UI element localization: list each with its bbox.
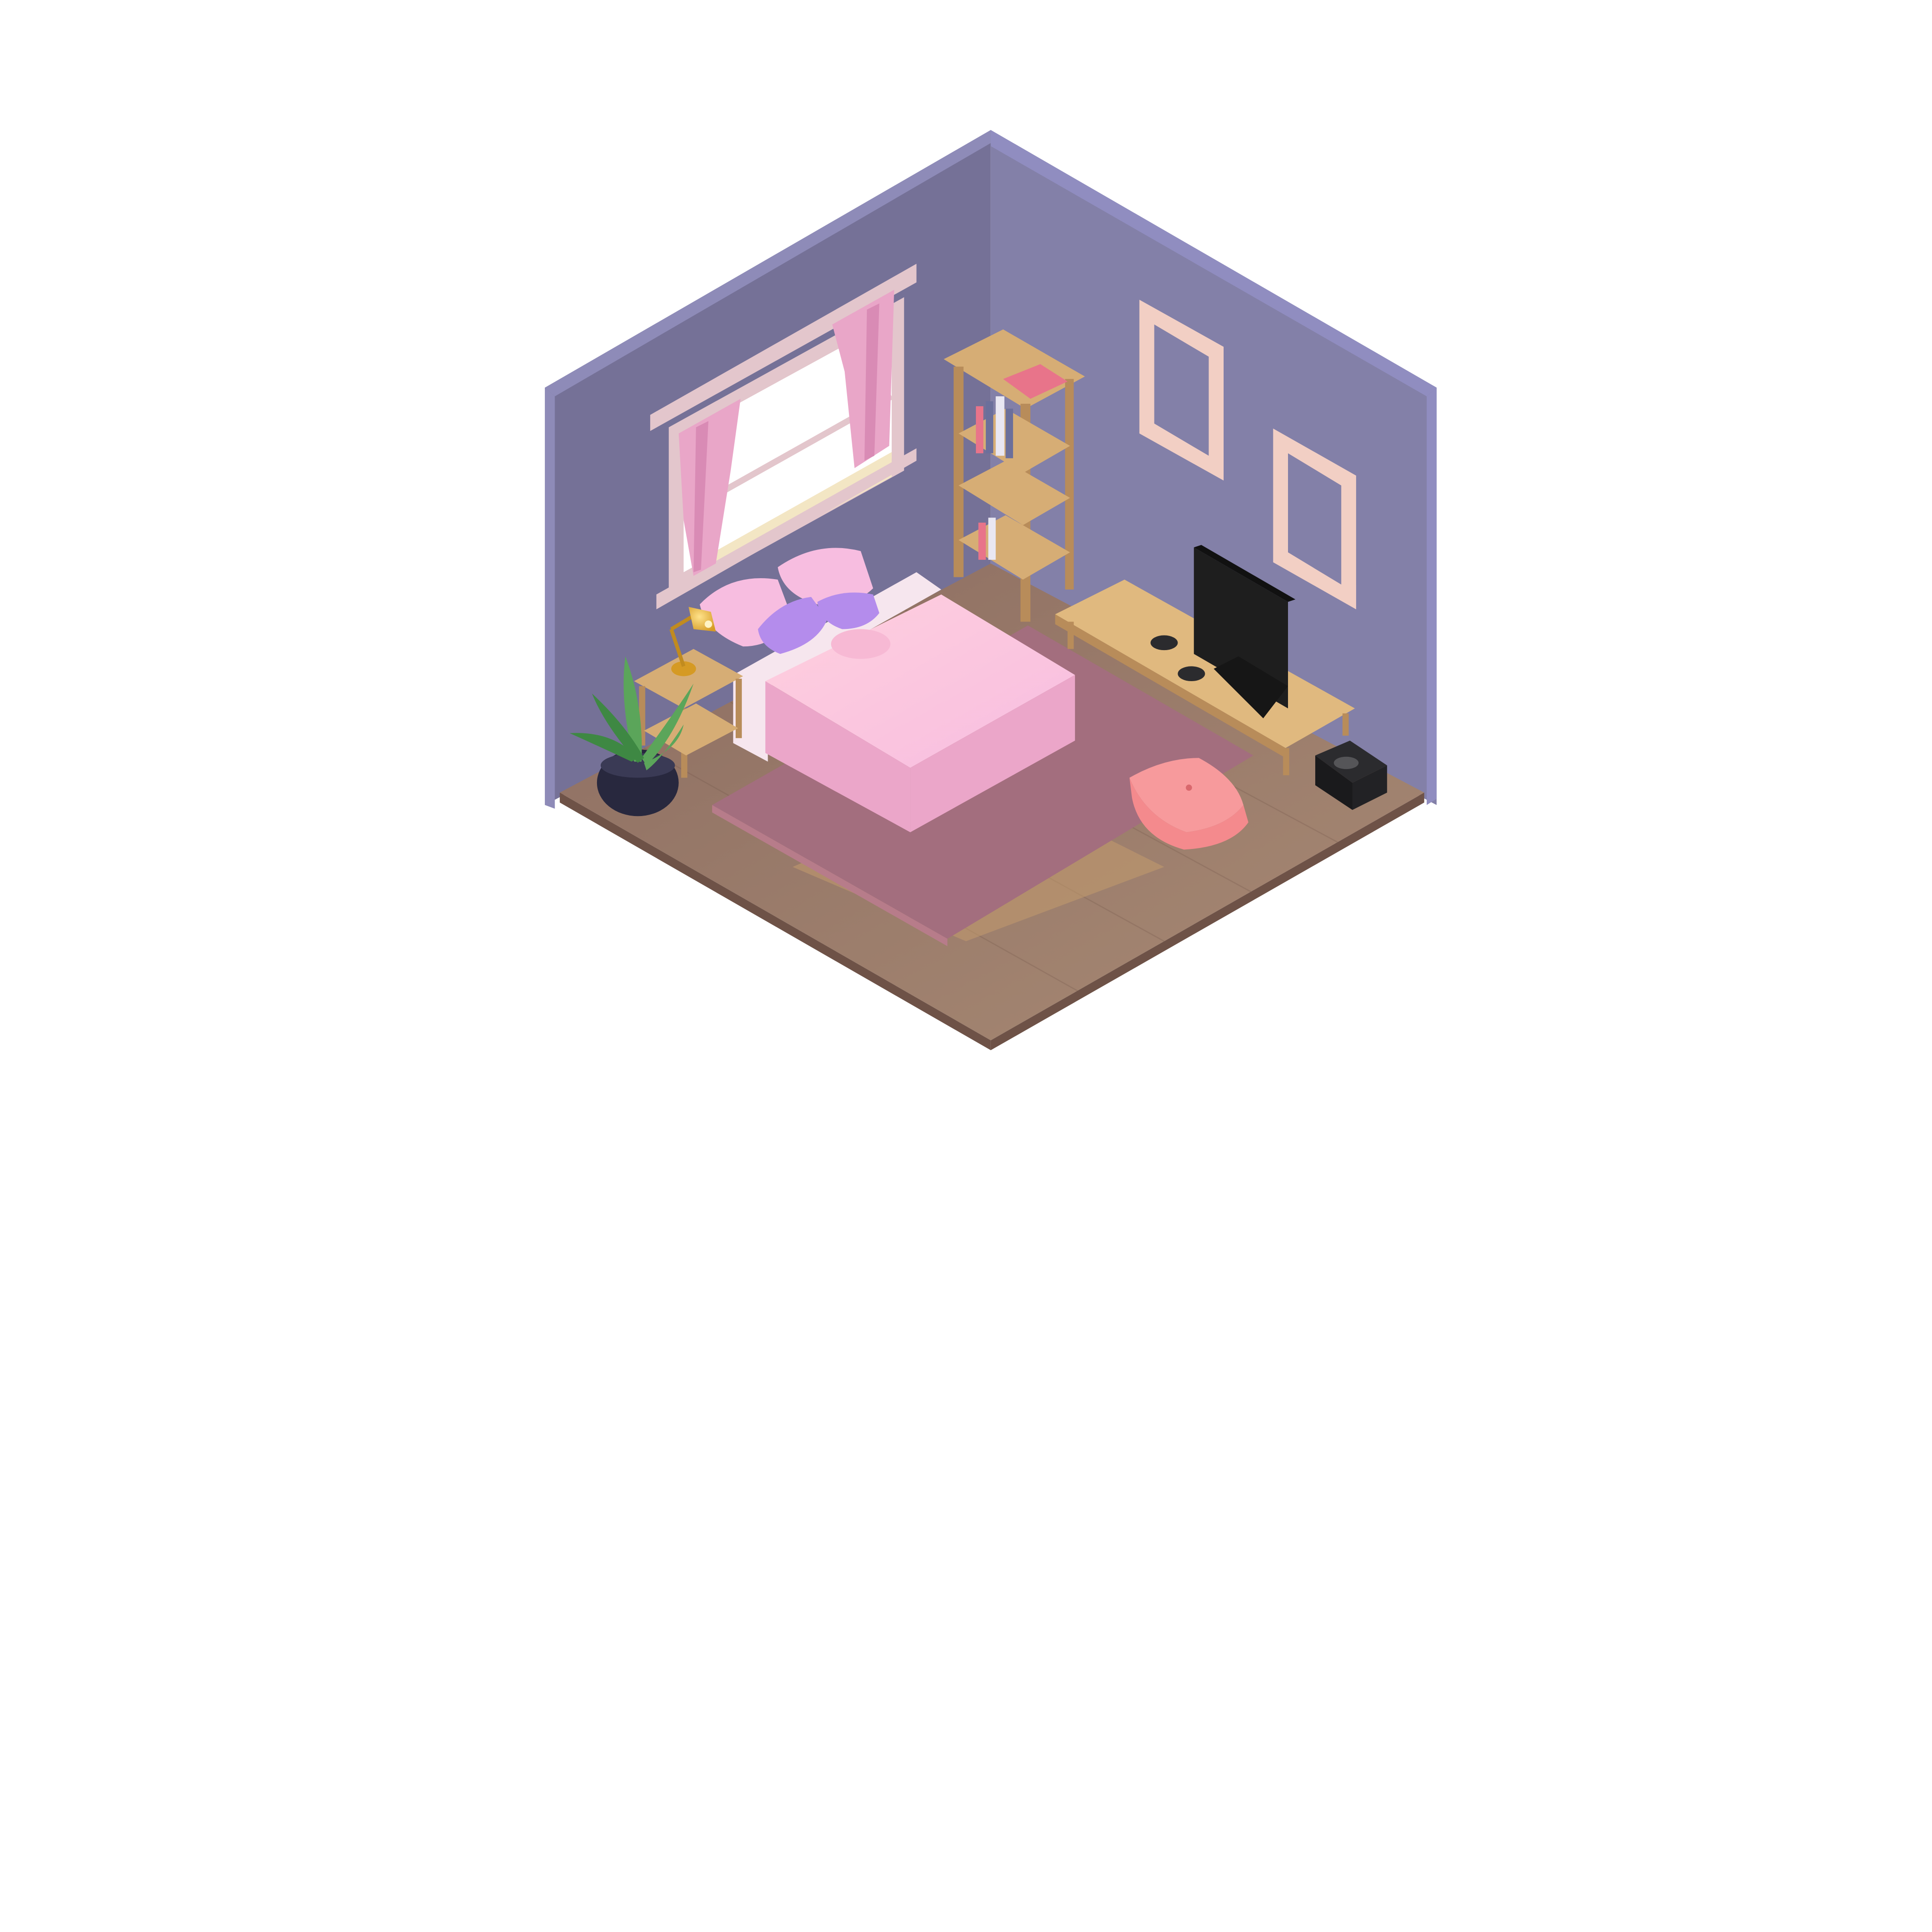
blanket-fold [831, 629, 891, 659]
book-6 [988, 518, 996, 560]
right-wall-outer-edge [1427, 387, 1437, 805]
book-1 [976, 406, 983, 454]
cushion-button-icon [1186, 785, 1192, 791]
lamp-bulb-icon [705, 620, 712, 628]
book-5 [978, 522, 986, 560]
book-4 [1005, 408, 1013, 458]
isometric-bedroom-scene [545, 130, 1437, 1051]
shelf-post-left [953, 366, 964, 577]
tv-stand-leg-1 [1068, 621, 1074, 649]
controller-1-icon [1150, 635, 1178, 651]
book-3 [996, 396, 1005, 456]
shelf-post-back [1065, 379, 1074, 590]
tv-stand-leg-3 [1342, 713, 1349, 736]
controller-2-icon [1178, 666, 1205, 682]
left-wall-outer-edge [545, 387, 555, 809]
console-disc-icon [1334, 756, 1359, 770]
book-2 [986, 401, 993, 454]
nightstand-leg-3 [735, 678, 742, 738]
tv-stand-leg-2 [1283, 748, 1289, 776]
